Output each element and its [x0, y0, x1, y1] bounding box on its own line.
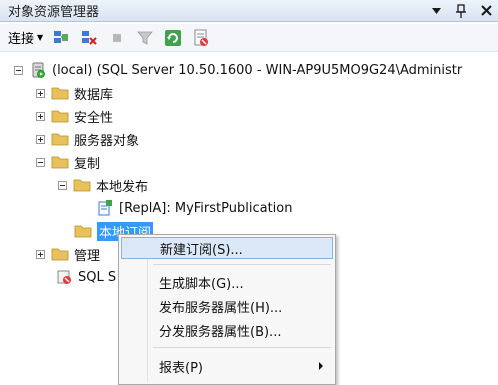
collapse-icon[interactable] — [58, 180, 67, 190]
menu-item-label: 分发服务器属性(B)... — [159, 324, 282, 340]
server-icon — [29, 62, 47, 78]
tree-node-label: SQL S — [78, 269, 117, 285]
tree-node-sql-server-agent[interactable]: SQL S — [55, 266, 116, 288]
pin-icon[interactable] — [453, 2, 469, 19]
object-explorer-toolbar: 连接 ▼ — [0, 24, 498, 52]
publication-icon — [96, 200, 114, 216]
menu-separator — [153, 347, 331, 348]
dropdown-icon[interactable] — [428, 2, 444, 19]
tree-node-label: [ReplA]: MyFirstPublication — [119, 200, 293, 216]
chevron-down-icon: ▼ — [37, 33, 44, 42]
tree-node-security[interactable]: 安全性 — [36, 105, 113, 127]
context-menu: 新建订阅(S)... 生成脚本(G)... 发布服务器属性(H)... 分发服务… — [118, 234, 336, 385]
folder-icon — [51, 154, 69, 170]
menu-separator — [153, 264, 331, 265]
close-icon[interactable] — [478, 2, 494, 19]
tree-node-label: 复制 — [74, 156, 101, 172]
collapse-icon[interactable] — [36, 157, 45, 167]
menu-item-distributor-properties[interactable]: 分发服务器属性(B)... — [121, 319, 333, 341]
expand-icon[interactable] — [36, 134, 45, 144]
tree-node-label: 本地发布 — [96, 179, 149, 195]
folder-icon — [51, 246, 69, 262]
folder-icon — [51, 108, 69, 124]
filter-icon[interactable] — [135, 28, 155, 48]
expand-icon[interactable] — [36, 111, 45, 121]
object-explorer-titlebar: 对象资源管理器 — [0, 0, 498, 22]
submenu-arrow-icon — [319, 362, 323, 370]
folder-icon — [51, 85, 69, 101]
tree-node-label: (local) (SQL Server 10.50.1600 - WIN-AP9… — [52, 62, 463, 78]
menu-item-generate-scripts[interactable]: 生成脚本(G)... — [121, 271, 333, 293]
folder-icon — [51, 131, 69, 147]
tree-node-server[interactable]: (local) (SQL Server 10.50.1600 - WIN-AP9… — [14, 59, 462, 81]
menu-item-label: 发布服务器属性(H)... — [159, 300, 283, 316]
tree-node-management[interactable]: 管理 — [36, 243, 100, 265]
policy-icon[interactable] — [191, 28, 211, 48]
stop-icon[interactable] — [107, 28, 127, 48]
folder-icon — [74, 223, 92, 239]
tree-node-databases[interactable]: 数据库 — [36, 82, 113, 104]
refresh-icon[interactable] — [163, 28, 183, 48]
panel-title: 对象资源管理器 — [8, 5, 100, 20]
tree-node-publication[interactable]: [ReplA]: MyFirstPublication — [96, 197, 292, 219]
folder-icon — [73, 177, 91, 193]
menu-item-label: 新建订阅(S)... — [160, 242, 243, 258]
tree-node-label: 安全性 — [74, 110, 114, 126]
tree-node-label: 管理 — [74, 248, 101, 264]
menu-item-publisher-properties[interactable]: 发布服务器属性(H)... — [121, 295, 333, 317]
expand-icon[interactable] — [36, 88, 45, 98]
connect-object-explorer-icon[interactable] — [51, 28, 71, 48]
menu-item-reports[interactable]: 报表(P) — [121, 355, 333, 377]
expand-icon[interactable] — [36, 249, 45, 259]
menu-item-label: 报表(P) — [159, 360, 203, 376]
window-controls — [428, 2, 494, 19]
tree-node-label: 服务器对象 — [74, 133, 140, 149]
collapse-icon[interactable] — [14, 65, 23, 75]
menu-item-label: 生成脚本(G)... — [159, 276, 244, 292]
connect-button[interactable]: 连接 ▼ — [8, 28, 43, 47]
agent-icon — [55, 269, 73, 285]
menu-item-new-subscription[interactable]: 新建订阅(S)... — [121, 237, 333, 259]
tree-node-label: 数据库 — [74, 87, 114, 103]
disconnect-icon[interactable] — [79, 28, 99, 48]
tree-node-server-objects[interactable]: 服务器对象 — [36, 128, 139, 150]
connect-label: 连接 — [8, 32, 35, 47]
tree-node-replication[interactable]: 复制 — [36, 151, 100, 173]
tree-node-local-publications[interactable]: 本地发布 — [58, 174, 148, 196]
